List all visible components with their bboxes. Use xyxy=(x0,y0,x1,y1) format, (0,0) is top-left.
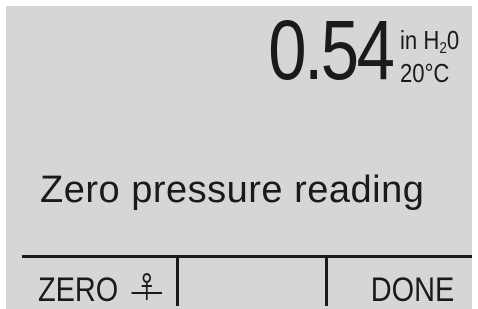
zero-softkey-label: ZERO xyxy=(38,271,119,309)
temperature-readout: 20°C xyxy=(400,58,450,88)
unit-subscript: 2 xyxy=(439,40,447,57)
pressure-reading: 0.54 xyxy=(267,6,395,97)
softkey-divider-right xyxy=(325,258,328,306)
unit-suffix: 0 xyxy=(446,25,460,55)
unit-block: in H20 20°C xyxy=(400,26,459,87)
zero-softkey[interactable]: ZERO xyxy=(38,270,163,309)
status-message: Zero pressure reading xyxy=(40,169,425,211)
zero-symbol-icon xyxy=(131,272,163,309)
unit-prefix: in H xyxy=(400,25,440,55)
lcd-screen: 0.54 in H20 20°C Zero pressure reading Z… xyxy=(6,6,472,309)
softkey-bar: ZERO DONE xyxy=(22,255,472,309)
softkey-divider-left xyxy=(176,258,179,306)
done-softkey[interactable]: DONE xyxy=(371,270,454,309)
pressure-unit: in H20 xyxy=(400,26,459,59)
